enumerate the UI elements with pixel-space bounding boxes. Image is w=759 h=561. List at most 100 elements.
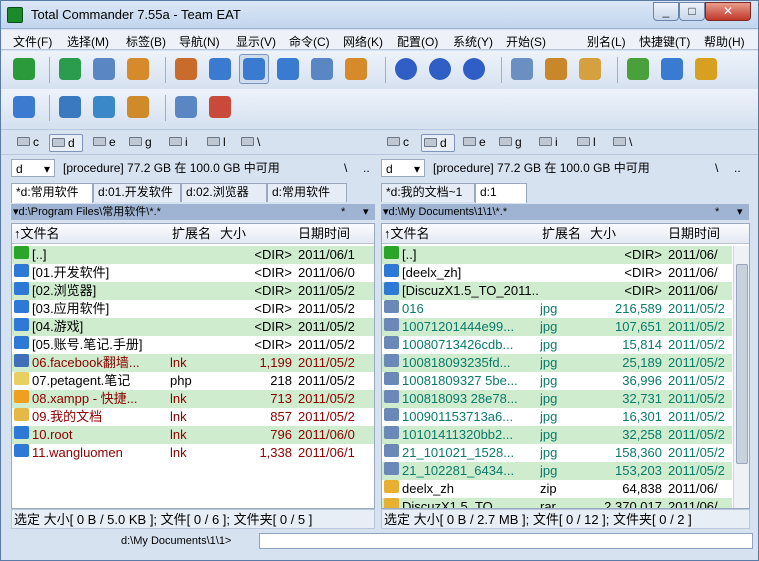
maximize-button[interactable]: □: [679, 2, 705, 21]
column-ext[interactable]: 扩展名: [172, 224, 211, 244]
column-size[interactable]: 大小: [590, 224, 616, 244]
brief-view-button[interactable]: [89, 54, 119, 84]
left-history-button[interactable]: *: [341, 204, 345, 220]
file-row[interactable]: 100901153713a6... jpg 16,301 2011/05/2: [382, 408, 732, 426]
column-size[interactable]: 大小: [220, 224, 246, 244]
file-row[interactable]: [01.开发软件] <DIR> 2011/06/0: [12, 264, 374, 282]
file-row[interactable]: [02.浏览器] <DIR> 2011/05/2: [12, 282, 374, 300]
plugin-button[interactable]: [691, 54, 721, 84]
tree-view-button[interactable]: [171, 54, 201, 84]
right-drive-dropdown[interactable]: d ▾: [381, 159, 425, 177]
right-drive-c[interactable]: c: [385, 134, 409, 152]
menu-item-6[interactable]: 网络(K): [343, 33, 383, 50]
file-row[interactable]: 10101411320bb2... jpg 32,258 2011/05/2: [382, 426, 732, 444]
detail-view-button[interactable]: [205, 54, 235, 84]
left-drive-network[interactable]: \: [239, 134, 260, 152]
refresh-button[interactable]: [55, 54, 85, 84]
file-row[interactable]: 11.wangluomen lnk 1,338 2011/06/1: [12, 444, 374, 462]
file-row[interactable]: 100818093235fd... jpg 25,189 2011/05/2: [382, 354, 732, 372]
file-row[interactable]: 07.petagent.笔记 php 218 2011/05/2: [12, 372, 374, 390]
minimize-button[interactable]: _: [653, 2, 679, 21]
file-row[interactable]: 06.facebook翻墙... lnk 1,199 2011/05/2: [12, 354, 374, 372]
download-button[interactable]: [623, 54, 653, 84]
file-row[interactable]: [03.应用软件] <DIR> 2011/05/2: [12, 300, 374, 318]
file-row[interactable]: deelx_zh zip 64,838 2011/06/: [382, 480, 732, 498]
arrow-left-button[interactable]: [425, 54, 455, 84]
file-row[interactable]: [..] <DIR> 2011/06/1: [12, 246, 374, 264]
file-row[interactable]: DiscuzX1.5_TO_... rar 2,370,017 2011/06/: [382, 498, 732, 508]
left-drive-c[interactable]: c: [15, 134, 39, 152]
file-row[interactable]: 10.root lnk 796 2011/06/0: [12, 426, 374, 444]
right-drive-l[interactable]: l: [575, 134, 596, 152]
menu-item-2[interactable]: 标签(B): [126, 33, 166, 50]
back-button[interactable]: [9, 54, 39, 84]
menu-item-5[interactable]: 命令(C): [289, 33, 330, 50]
star-button[interactable]: [657, 54, 687, 84]
right-tab-1[interactable]: d:1: [475, 183, 527, 203]
menu-item-3[interactable]: 导航(N): [179, 33, 220, 50]
column-date[interactable]: 日期时间: [298, 224, 350, 244]
file-row[interactable]: [05.账号.笔记.手册] <DIR> 2011/05/2: [12, 336, 374, 354]
file-row[interactable]: 10081809327 5be... jpg 36,996 2011/05/2: [382, 372, 732, 390]
file-row[interactable]: 09.我的文档 lnk 857 2011/05/2: [12, 408, 374, 426]
file-row[interactable]: [04.游戏] <DIR> 2011/05/2: [12, 318, 374, 336]
right-drive-network[interactable]: \: [611, 134, 632, 152]
right-drive-d[interactable]: d: [421, 134, 455, 152]
close-button[interactable]: ✕: [705, 2, 751, 21]
list-view-button[interactable]: [239, 54, 269, 84]
right-scrollbar[interactable]: [733, 246, 749, 508]
new-folder-button[interactable]: [341, 54, 371, 84]
file-row[interactable]: [deelx_zh] <DIR> 2011/06/: [382, 264, 732, 282]
chevron-down-icon[interactable]: ▾: [363, 204, 369, 220]
arrow-right-button[interactable]: [459, 54, 489, 84]
menu-item-0[interactable]: 文件(F): [13, 33, 52, 50]
right-drive-g[interactable]: g: [497, 134, 522, 152]
pack-button[interactable]: [307, 54, 337, 84]
right-root-button[interactable]: \: [715, 159, 718, 177]
left-drive-l[interactable]: l: [205, 134, 226, 152]
minus-button[interactable]: [391, 54, 421, 84]
left-root-button[interactable]: \: [344, 159, 347, 177]
command-input[interactable]: [259, 533, 753, 549]
left-path-bar[interactable]: ▾d:\Program Files\常用软件\*.* * ▾: [11, 204, 375, 220]
left-tab-1[interactable]: d:01.开发软件: [93, 183, 181, 202]
file-row[interactable]: 10071201444e99... jpg 107,651 2011/05/2: [382, 318, 732, 336]
right-tab-0[interactable]: *d:我的文档~1: [381, 183, 475, 202]
menu-item-11[interactable]: 快捷键(T): [639, 33, 690, 50]
settings-button[interactable]: [9, 92, 39, 122]
menu-item-4[interactable]: 显示(V): [236, 33, 276, 50]
column-date[interactable]: 日期时间: [668, 224, 720, 244]
file-row[interactable]: 100818093 28e78... jpg 32,731 2011/05/2: [382, 390, 732, 408]
file-row[interactable]: [DiscuzX1.5_TO_2011...] <DIR> 2011/06/: [382, 282, 732, 300]
right-up-button[interactable]: ..: [734, 159, 741, 177]
left-drive-d[interactable]: d: [49, 134, 83, 152]
right-path-bar[interactable]: ▾d:\My Documents\1\1\*.* * ▾: [381, 204, 749, 220]
left-tab-2[interactable]: d:02.浏览器: [181, 183, 267, 202]
menu-item-7[interactable]: 配置(O): [397, 33, 438, 50]
right-history-button[interactable]: *: [715, 204, 719, 220]
menu-item-12[interactable]: 帮助(H): [704, 33, 745, 50]
notes-button[interactable]: [205, 92, 235, 122]
chevron-down-icon[interactable]: ▾: [737, 204, 743, 220]
file-row[interactable]: 08.xampp - 快捷... lnk 713 2011/05/2: [12, 390, 374, 408]
left-drive-dropdown[interactable]: d ▾: [11, 159, 55, 177]
compare-button[interactable]: [575, 54, 605, 84]
tools-button[interactable]: [123, 92, 153, 122]
search-button[interactable]: [507, 54, 537, 84]
thumbnail-button[interactable]: [123, 54, 153, 84]
file-row[interactable]: 21_101021_1528... jpg 158,360 2011/05/2: [382, 444, 732, 462]
left-tab-3[interactable]: d:常用软件: [267, 183, 347, 202]
view-file-button[interactable]: [171, 92, 201, 122]
left-tab-0[interactable]: *d:常用软件: [11, 183, 93, 203]
file-row[interactable]: 10080713426cdb... jpg 15,814 2011/05/2: [382, 336, 732, 354]
scrollbar-thumb[interactable]: [736, 264, 748, 464]
menu-item-10[interactable]: 别名(L): [587, 33, 626, 50]
column-name[interactable]: ↑文件名: [384, 224, 430, 244]
right-drive-i[interactable]: i: [537, 134, 558, 152]
left-drive-i[interactable]: i: [167, 134, 188, 152]
edit-button[interactable]: [89, 92, 119, 122]
left-drive-g[interactable]: g: [127, 134, 152, 152]
left-drive-e[interactable]: e: [91, 134, 116, 152]
menu-item-1[interactable]: 选择(M): [67, 33, 109, 50]
sync-button[interactable]: [541, 54, 571, 84]
